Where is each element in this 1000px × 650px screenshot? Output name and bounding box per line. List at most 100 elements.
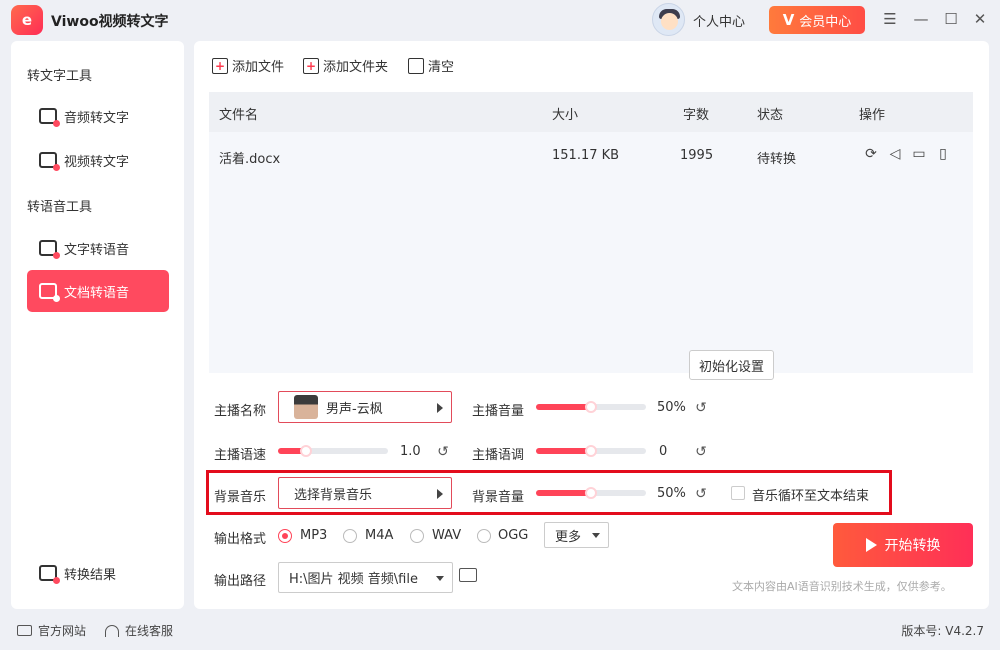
doc-to-speech-icon: [39, 283, 60, 302]
output-path-value: H:\图片 视频 音频\file: [289, 572, 418, 587]
sidebar-group-to-speech: 转语音工具: [27, 200, 93, 215]
version-text: 版本号: V4.2.7: [901, 624, 984, 638]
vip-icon: V: [782, 11, 795, 29]
table-header: 文件名 大小 字数 状态 操作: [209, 92, 973, 132]
add-folder-label: 添加文件夹: [323, 60, 389, 75]
vip-label: 会员中心: [799, 14, 852, 30]
anchor-pitch-label: 主播语调: [472, 448, 525, 463]
more-formats-select[interactable]: 更多: [544, 522, 609, 548]
format-radio-wav[interactable]: [410, 529, 424, 543]
trash-icon: [408, 57, 424, 74]
col-filename: 文件名: [219, 108, 259, 123]
sidebar-item-label: 文字转语音: [64, 242, 130, 258]
chevron-down-icon: [436, 576, 444, 581]
loop-checkbox[interactable]: [731, 486, 745, 500]
format-option-label: MP3: [300, 528, 328, 543]
add-folder-button[interactable]: + 添加文件夹: [303, 56, 388, 75]
file-name: 活着.docx: [219, 152, 281, 167]
maximize-icon[interactable]: ☐: [941, 9, 961, 29]
col-status: 状态: [757, 108, 784, 123]
text-to-speech-icon: [39, 240, 60, 259]
bg-music-select[interactable]: 选择背景音乐: [278, 477, 452, 509]
minimize-icon[interactable]: —: [911, 9, 931, 29]
col-size: 大小: [552, 108, 579, 123]
headset-icon: [105, 624, 119, 637]
sidebar-item-results[interactable]: 转换结果: [27, 552, 169, 594]
file-status: 待转换: [757, 152, 797, 167]
anchor-speed-label: 主播语速: [214, 448, 267, 463]
add-file-label: 添加文件: [232, 60, 285, 75]
clear-button[interactable]: 清空: [408, 56, 454, 75]
online-service-link[interactable]: 在线客服: [105, 622, 173, 639]
bg-volume-value: 50%: [657, 486, 686, 501]
results-icon: [39, 565, 60, 584]
sidebar-item-video-to-text[interactable]: 视频转文字: [27, 139, 169, 181]
file-words: 1995: [680, 148, 714, 163]
clear-label: 清空: [428, 60, 455, 75]
speaker-icon[interactable]: ◁: [887, 146, 903, 162]
refresh-icon[interactable]: ⟳: [863, 146, 879, 162]
add-file-button[interactable]: + 添加文件: [212, 56, 284, 75]
official-site-label: 官方网站: [38, 624, 87, 638]
sidebar: 转文字工具 音频转文字 视频转文字 转语音工具 文字转语音 文档转语音 转换结果: [11, 41, 184, 609]
anchor-volume-value: 50%: [657, 400, 686, 415]
avatar[interactable]: [652, 3, 685, 36]
reset-icon[interactable]: ↺: [436, 445, 450, 459]
reset-icon[interactable]: ↺: [694, 401, 708, 415]
anchor-volume-slider[interactable]: [536, 401, 646, 413]
col-words: 字数: [683, 108, 710, 123]
sidebar-group-to-text: 转文字工具: [27, 69, 93, 84]
personal-center-link[interactable]: 个人中心: [693, 11, 745, 30]
sidebar-item-label: 视频转文字: [64, 154, 130, 170]
more-formats-label: 更多: [555, 529, 582, 545]
bg-music-value: 选择背景音乐: [294, 487, 373, 503]
close-icon[interactable]: ✕: [970, 9, 990, 29]
online-service-label: 在线客服: [125, 624, 174, 638]
anchor-name-value: 男声-云枫: [326, 401, 383, 417]
anchor-pitch-slider[interactable]: [536, 445, 646, 457]
monitor-icon: [17, 625, 32, 636]
anchor-speed-slider[interactable]: [278, 445, 388, 457]
anchor-name-select[interactable]: 男声-云枫: [278, 391, 452, 423]
bg-music-label: 背景音乐: [214, 490, 267, 505]
sidebar-item-label: 转换结果: [64, 567, 117, 583]
format-radio-mp3[interactable]: [278, 529, 292, 543]
init-settings-button[interactable]: 初始化设置: [689, 350, 774, 380]
anchor-pitch-value: 0: [659, 444, 668, 459]
chevron-right-icon: [437, 403, 443, 413]
vip-center-button[interactable]: V 会员中心: [769, 6, 865, 34]
sidebar-item-doc-to-speech[interactable]: 文档转语音: [27, 270, 169, 312]
format-option-label: M4A: [365, 528, 394, 543]
add-folder-icon: +: [303, 57, 319, 74]
sidebar-item-label: 文档转语音: [64, 285, 130, 301]
path-label: 输出路径: [214, 574, 267, 589]
play-icon: [865, 538, 877, 552]
sidebar-item-audio-to-text[interactable]: 音频转文字: [27, 95, 169, 137]
format-radio-ogg[interactable]: [477, 529, 491, 543]
delete-icon[interactable]: ▯: [935, 146, 951, 162]
status-bar: 官方网站 在线客服 版本号: V4.2.7: [0, 614, 1000, 650]
add-file-icon: +: [212, 57, 228, 74]
format-option-label: WAV: [432, 528, 462, 543]
video-to-text-icon: [39, 152, 60, 171]
browse-folder-icon[interactable]: [459, 568, 477, 582]
title-bar: e Viwoo视频转文字 个人中心 V 会员中心 ☰ — ☐ ✕: [0, 0, 1000, 40]
anchor-name-label: 主播名称: [214, 404, 267, 419]
reset-icon[interactable]: ↺: [694, 445, 708, 459]
start-convert-button[interactable]: 开始转换: [833, 523, 973, 567]
file-table: 文件名 大小 字数 状态 操作 活着.docx 151.17 KB 1995 待…: [209, 92, 973, 373]
menu-icon[interactable]: ☰: [880, 9, 900, 29]
folder-icon[interactable]: ▭: [911, 146, 927, 162]
sidebar-item-text-to-speech[interactable]: 文字转语音: [27, 227, 169, 269]
col-actions: 操作: [859, 108, 886, 123]
sidebar-item-label: 音频转文字: [64, 110, 130, 126]
reset-icon[interactable]: ↺: [694, 487, 708, 501]
official-site-link[interactable]: 官方网站: [17, 622, 86, 639]
format-option-label: OGG: [498, 528, 529, 543]
format-radio-m4a[interactable]: [343, 529, 357, 543]
bg-volume-slider[interactable]: [536, 487, 646, 499]
output-path-select[interactable]: H:\图片 视频 音频\file: [278, 562, 453, 593]
app-logo: e: [11, 5, 43, 35]
bg-volume-label: 背景音量: [472, 490, 525, 505]
anchor-avatar: [294, 395, 318, 419]
